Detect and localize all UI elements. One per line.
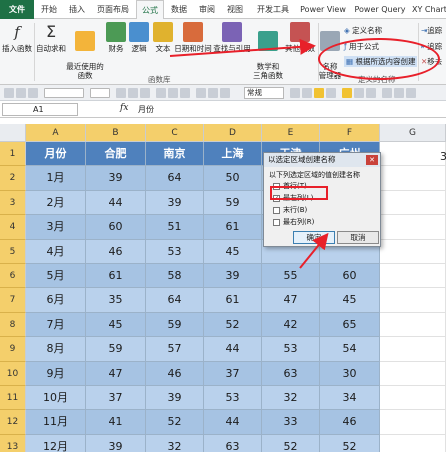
annotation-arrows xyxy=(169,38,329,269)
arrow-to-dialog xyxy=(299,232,329,269)
arrow-to-ribbon xyxy=(169,38,316,57)
